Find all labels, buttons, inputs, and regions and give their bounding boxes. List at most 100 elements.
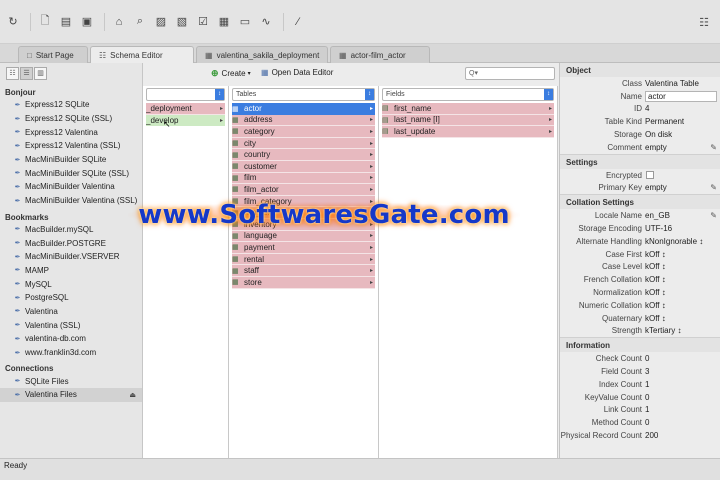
collation-row: Strength kTertiary ↕ — [611, 326, 682, 336]
table-item-store[interactable]: ▦ store ▸ — [232, 276, 375, 289]
bookmark-icon: ✒ — [14, 240, 21, 248]
table-item-customer[interactable]: ▦ customer ▸ — [232, 160, 375, 173]
eject-icon[interactable]: ⏏ — [129, 391, 136, 399]
table-item-payment[interactable]: ▦ payment ▸ — [232, 242, 375, 254]
field-item-first-name[interactable]: ▤ first_name ▸ — [382, 103, 554, 115]
toolbar-divider — [30, 12, 31, 31]
export-icon[interactable]: ▧ — [173, 13, 191, 31]
table-icon: ▦ — [232, 128, 239, 136]
create-button[interactable]: ⊕ Create ▾ — [211, 68, 251, 79]
open-folder-icon[interactable]: ▤ — [57, 13, 75, 31]
table-item-actor[interactable]: ▦ actor ▸ — [232, 103, 375, 115]
icon-view-icon[interactable]: ☷ — [6, 66, 19, 80]
table-item-staff[interactable]: ▦ staff ▸ — [232, 265, 375, 277]
primary-key-row: Primary Key empty ✎ — [598, 183, 717, 193]
table-item-country[interactable]: ▦ country ▸ — [232, 149, 375, 161]
table-icon: ▦ — [232, 267, 239, 275]
save-icon[interactable]: ▣ — [78, 13, 96, 31]
object-id-row: ID 4 — [634, 104, 650, 114]
sidebar-item-macminibuilder-sqlite-ssl[interactable]: ✒ MacMiniBuilder SQLite (SSL) — [0, 166, 142, 180]
encrypted-row: Encrypted — [560, 169, 720, 182]
feather-icon: ✒ — [14, 183, 21, 191]
fields-filter[interactable]: Fields ↕ — [382, 88, 554, 101]
database-item-deployment[interactable]: _deployment ▸ — [146, 103, 225, 115]
files-icon: ✒ — [14, 378, 21, 386]
sidebar-item-valentina[interactable]: ✒ Valentina — [0, 305, 142, 319]
information-row: KeyValue Count 0 — [584, 392, 650, 402]
table-item-rental[interactable]: ▦ rental ▸ — [232, 253, 375, 266]
tab-schema-editor[interactable]: ☷ Schema Editor — [90, 46, 194, 63]
tab-valentina-sakila-deployment[interactable]: ▦ valentina_sakila_deployment — [196, 46, 328, 63]
object-name-field[interactable]: actor — [645, 90, 717, 102]
sidebar-item-mamp[interactable]: ✒ MAMP — [0, 264, 142, 278]
pencil-icon[interactable]: ✎ — [710, 211, 717, 220]
search-db-icon[interactable]: ⌕ — [131, 13, 149, 31]
table-item-city[interactable]: ▦ city ▸ — [232, 137, 375, 150]
sidebar-item-express12-valentina-ssl[interactable]: ✒ Express12 Valentina (SSL) — [0, 139, 142, 153]
table-icon: ▦ — [232, 163, 239, 171]
sidebar-item-valentina-ssl[interactable]: ✒ Valentina (SSL) — [0, 318, 142, 332]
database-item-develop[interactable]: _develop ▸ — [146, 114, 225, 127]
sidebar-item-macminibuilder-sqlite[interactable]: ✒ MacMiniBuilder SQLite — [0, 153, 142, 167]
brush-icon[interactable]: ∕ — [289, 13, 307, 31]
help-icon[interactable]: ☷ — [696, 14, 712, 30]
pencil-icon[interactable]: ✎ — [710, 143, 717, 152]
tab-label: Start Page — [35, 50, 74, 60]
chevron-right-icon: ▸ — [369, 268, 373, 275]
table-icon: ▦ — [339, 50, 347, 60]
search-input[interactable]: Q▾ — [465, 67, 555, 80]
toolbar-divider — [104, 12, 105, 31]
sidebar-item-express12-sqlite-ssl[interactable]: ✒ Express12 SQLite (SSL) — [0, 112, 142, 126]
sidebar-item-sqlite-files[interactable]: ✒ SQLite Files — [0, 374, 142, 388]
sidebar-item-express12-valentina[interactable]: ✒ Express12 Valentina — [0, 125, 142, 139]
sidebar-item-mysql[interactable]: ✒ MySQL — [0, 277, 142, 291]
collation-row: Case First kOff ↕ — [605, 249, 666, 259]
open-data-editor-button[interactable]: ▦ Open Data Editor — [261, 68, 333, 77]
sidebar-item-valentina-db-com[interactable]: ✒ valentina-db.com — [0, 332, 142, 346]
wave-icon[interactable]: ∿ — [257, 13, 275, 31]
table-item-film[interactable]: ▦ film ▸ — [232, 172, 375, 185]
sidebar-item-macbuilder-mysql[interactable]: ✒ MacBuilder.mySQL — [0, 223, 142, 237]
chevron-right-icon: ▸ — [369, 163, 373, 170]
chevron-right-icon: ▸ — [369, 128, 373, 135]
pencil-icon[interactable]: ✎ — [710, 183, 717, 192]
tab-label: actor-film_actor — [350, 50, 406, 60]
chevron-right-icon: ▸ — [369, 256, 373, 263]
column-view-icon[interactable]: ▥ — [34, 66, 47, 80]
refresh-icon[interactable]: ↻ — [4, 13, 22, 31]
table-item-address[interactable]: ▦ address ▸ — [232, 114, 375, 127]
monitor-icon[interactable]: ▭ — [236, 13, 254, 31]
sidebar-item-franklin3d[interactable]: ✒ www.franklin3d.com — [0, 346, 142, 360]
list-view-icon[interactable]: ☰ — [20, 66, 33, 80]
tab-label: Schema Editor — [110, 50, 163, 60]
object-class-row: Class Valentina Table — [621, 78, 699, 88]
sidebar-item-macminibuilder-valentina-ssl[interactable]: ✒ MacMiniBuilder Valentina (SSL) — [0, 194, 142, 208]
sidebar-item-macminibuilder-vserver[interactable]: ✒ MacMiniBuilder.VSERVER — [0, 250, 142, 264]
databases-filter[interactable]: ↕ — [146, 88, 225, 101]
sidebar-item-postgresql[interactable]: ✒ PostgreSQL — [0, 291, 142, 305]
table-item-category[interactable]: ▦ category ▸ — [232, 126, 375, 138]
table-icon: ▦ — [232, 116, 239, 124]
sidebar: ☷ ☰ ▥ Bonjour ✒ Express12 SQLite ✒ Express… — [0, 63, 143, 458]
information-row: Field Count 3 — [601, 367, 650, 377]
sidebar-item-macminibuilder-valentina[interactable]: ✒ MacMiniBuilder Valentina — [0, 180, 142, 194]
feather-icon: ✒ — [14, 129, 21, 137]
sidebar-section-bookmarks: Bookmarks — [5, 212, 49, 222]
sql-icon[interactable]: ▨ — [152, 13, 170, 31]
field-item-last-update[interactable]: ▤ last_update ▸ — [382, 126, 554, 138]
collation-section-title: Collation Settings — [560, 194, 720, 210]
encrypted-checkbox[interactable] — [646, 171, 654, 180]
field-item-last-name[interactable]: ▤ last_name [I] ▸ — [382, 114, 554, 127]
information-row: Index Count 1 — [598, 379, 650, 389]
home-icon[interactable]: ⌂ — [110, 13, 128, 31]
tab-actor-film-actor[interactable]: ▦ actor-film_actor — [330, 46, 430, 63]
chart-icon[interactable]: ▦ — [215, 13, 233, 31]
tab-start-page[interactable]: □ Start Page — [18, 46, 88, 63]
tables-filter[interactable]: Tables ↕ — [232, 88, 375, 101]
sidebar-item-macbuilder-postgre[interactable]: ✒ MacBuilder.POSTGRE — [0, 236, 142, 250]
new-file-icon[interactable]: 🗋 — [36, 13, 54, 31]
sidebar-item-express12-sqlite[interactable]: ✒ Express12 SQLite — [0, 98, 142, 112]
form-icon[interactable]: ☑ — [194, 13, 212, 31]
sidebar-item-valentina-files[interactable]: ✒ Valentina Files ⏏ — [0, 388, 142, 402]
object-storage-row: Storage On disk — [613, 130, 673, 140]
